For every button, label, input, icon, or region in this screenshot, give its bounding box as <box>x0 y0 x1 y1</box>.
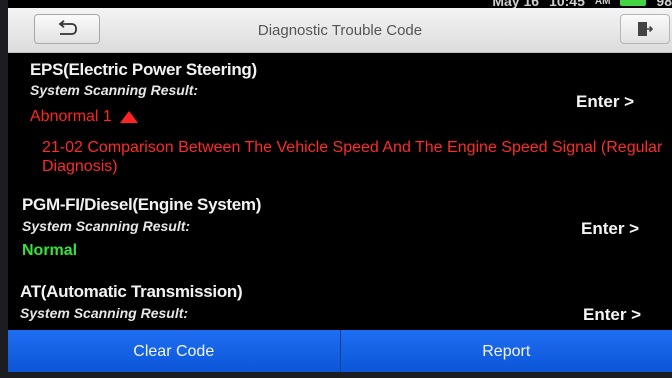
header-bar: Diagnostic Trouble Code <box>8 8 672 53</box>
status-ampm: AM <box>594 0 611 7</box>
dtc-description: 21-02 Comparison Between The Vehicle Spe… <box>42 138 672 176</box>
scan-result-label: System Scanning Result: <box>22 218 191 234</box>
exit-icon <box>638 22 654 36</box>
page-title: Diagnostic Trouble Code <box>257 22 423 39</box>
scan-result-label: System Scanning Result: <box>20 305 189 321</box>
battery-icon <box>620 0 647 6</box>
enter-button-pgmfi[interactable]: Enter > <box>581 219 639 239</box>
scan-result-label: System Scanning Result: <box>30 82 199 98</box>
enter-button-eps[interactable]: Enter > <box>576 92 634 112</box>
dtc-list: EPS(Electric Power Steering) System Scan… <box>8 52 672 330</box>
status-normal: Normal <box>22 242 78 259</box>
status-text: Abnormal 1 <box>30 108 112 125</box>
clear-code-button[interactable]: Clear Code <box>8 330 340 372</box>
bottom-action-bar: Clear Code Report <box>8 330 672 372</box>
system-name-at: AT(Automatic Transmission) <box>20 282 243 301</box>
dtc-line: 21-02 Comparison Between The Vehicle Spe… <box>42 139 663 156</box>
app-screen: May 16 10:45 AM 98 Diagnostic Trouble Co… <box>8 0 672 372</box>
status-abnormal: Abnormal 1 <box>30 108 138 126</box>
report-button[interactable]: Report <box>339 330 672 372</box>
expand-triangle-icon[interactable] <box>119 111 138 123</box>
exit-button[interactable] <box>620 14 670 44</box>
system-name-pgmfi: PGM-FI/Diesel(Engine System) <box>22 195 262 214</box>
status-bar: May 16 10:45 AM 98 <box>492 0 672 9</box>
enter-button-at[interactable]: Enter > <box>583 305 641 325</box>
dtc-line: Diagnosis) <box>42 158 118 175</box>
system-name-eps: EPS(Electric Power Steering) <box>30 60 257 79</box>
